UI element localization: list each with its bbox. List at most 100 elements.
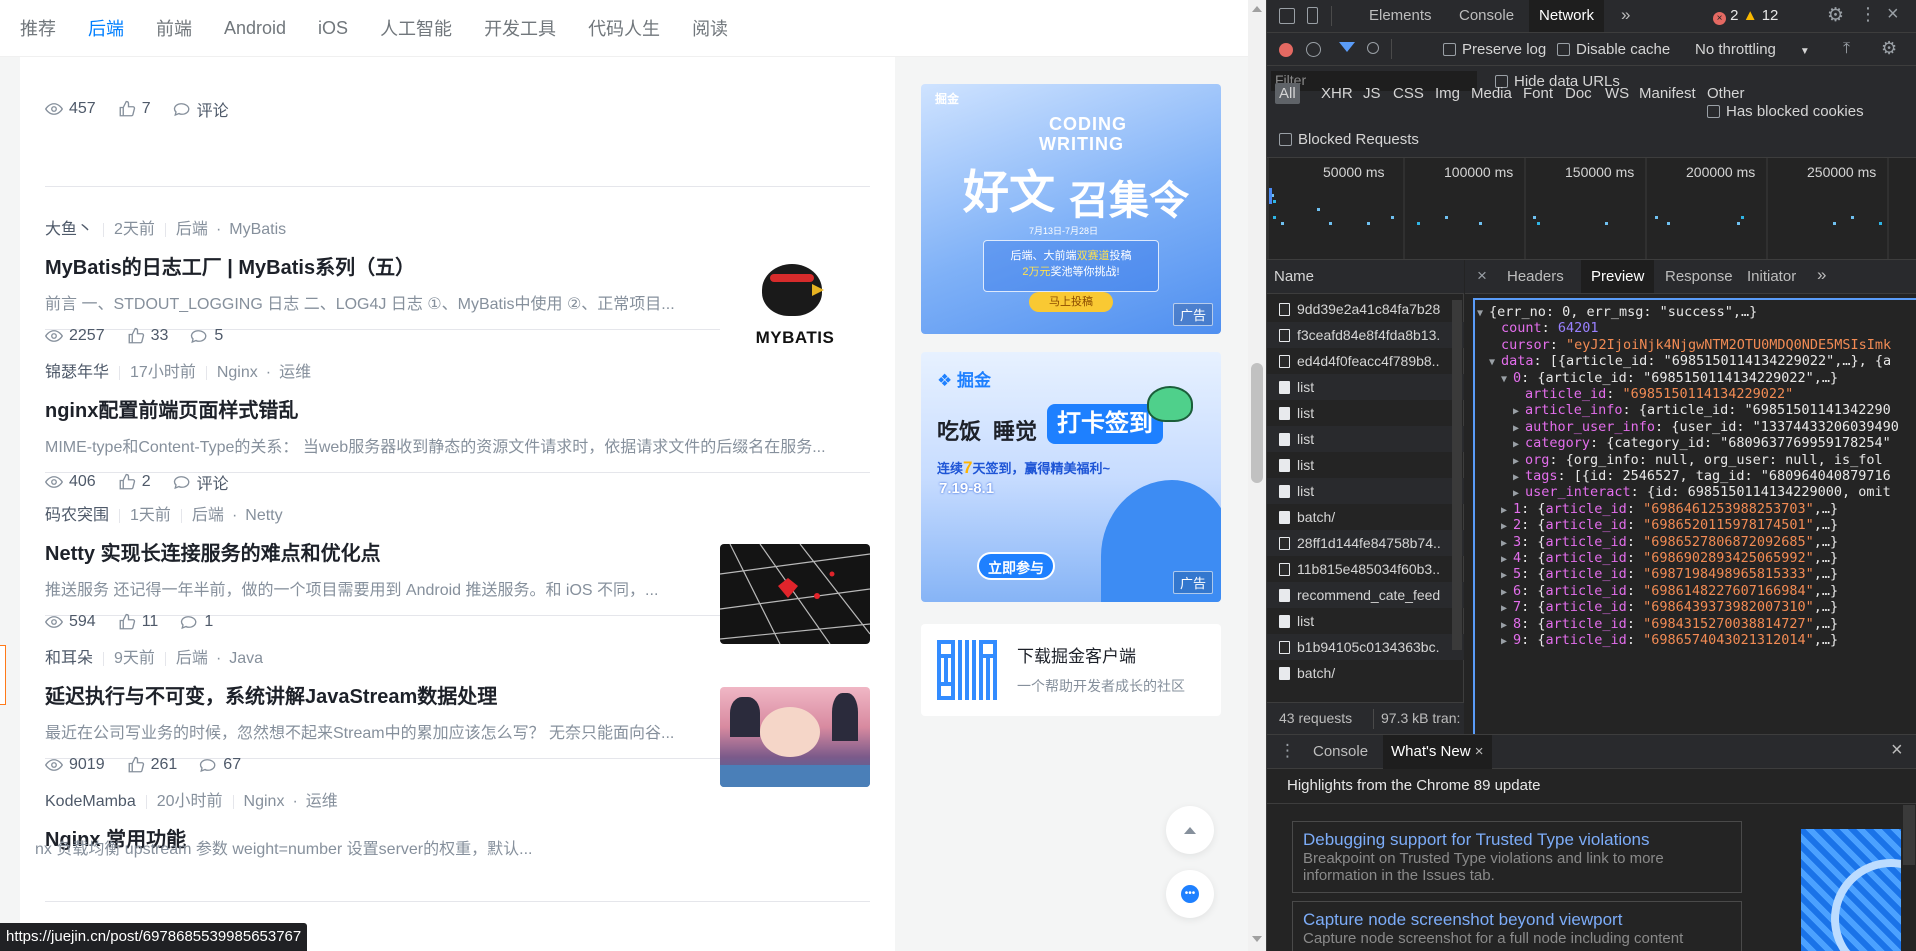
- json-line[interactable]: ▶ tags: [{id: 2546527, tag_id: "680964040…: [1513, 468, 1891, 484]
- inspect-element-icon[interactable]: [1279, 8, 1295, 24]
- article-title[interactable]: MyBatis的日志工厂 | MyBatis系列（五）: [45, 251, 415, 280]
- ad1-cta[interactable]: 马上投稿: [1029, 292, 1113, 312]
- type-filter-js[interactable]: JS: [1363, 85, 1381, 102]
- expanded-triangle-icon[interactable]: ▼: [1501, 374, 1513, 385]
- preserve-log-checkbox[interactable]: Preserve log: [1443, 41, 1546, 58]
- ad-writing-contest[interactable]: 掘金 CODING WRITING 好文 召集令 7月13日-7月28日 后端、…: [921, 84, 1221, 334]
- nav-tab-6[interactable]: 开发工具: [484, 15, 556, 41]
- detail-tab-headers[interactable]: Headers: [1507, 268, 1564, 285]
- expanded-triangle-icon[interactable]: ▼: [1489, 357, 1501, 368]
- request-row[interactable]: list: [1267, 426, 1464, 452]
- kebab-menu-icon[interactable]: ⋮: [1859, 4, 1877, 25]
- expanded-triangle-icon[interactable]: ▼: [1477, 308, 1489, 319]
- request-row[interactable]: b1b94105c0134363bc.: [1267, 634, 1464, 660]
- type-filter-font[interactable]: Font: [1523, 85, 1553, 102]
- request-row[interactable]: list: [1267, 478, 1464, 504]
- json-line[interactable]: ▶ 9: {article_id: "6986574043021312014",……: [1501, 632, 1838, 648]
- nav-tab-8[interactable]: 阅读: [692, 15, 728, 41]
- article-abstract[interactable]: nx 负载均衡 upstream 参数 weight=number 设置serv…: [35, 835, 855, 859]
- json-line[interactable]: ▶ 1: {article_id: "6986461253988253703",……: [1501, 501, 1838, 517]
- article-item[interactable]: sensitive-word-admin sensitive-word-admi…: [45, 57, 870, 187]
- nav-tab-4[interactable]: iOS: [318, 18, 348, 39]
- article-item[interactable]: 码农突围 1天前 后端 · Netty Netty 实现长连接服务的难点和优化点 推送服务 …: [45, 473, 870, 644]
- article-item[interactable]: KodeMamba 20小时前 Nginx · 运维 Nginx 常用功能 nx 负载均衡 …: [35, 759, 870, 902]
- import-har-icon[interactable]: ⤒: [1843, 40, 1850, 58]
- article-abstract[interactable]: 推送服务 还记得一年半前，做的一个项目需要用到 Android 推送服务。和 i…: [45, 576, 685, 600]
- type-filter-media[interactable]: Media: [1471, 85, 1512, 102]
- collapsed-triangle-icon[interactable]: ▶: [1501, 587, 1513, 598]
- close-devtools-icon[interactable]: ×: [1887, 3, 1899, 26]
- collapsed-triangle-icon[interactable]: ▶: [1513, 423, 1525, 434]
- collapsed-triangle-icon[interactable]: ▶: [1501, 570, 1513, 581]
- whats-new-card-1[interactable]: Debugging support for Trusted Type viola…: [1292, 821, 1742, 893]
- request-row[interactable]: list: [1267, 608, 1464, 634]
- article-tag[interactable]: 运维: [279, 364, 311, 381]
- close-tab-icon[interactable]: ×: [1475, 743, 1484, 760]
- close-drawer-icon[interactable]: ×: [1891, 739, 1903, 762]
- json-line[interactable]: ▶ 3: {article_id: "6986527806872092685",……: [1501, 534, 1838, 550]
- article-tag[interactable]: Netty: [245, 507, 282, 524]
- feedback-button[interactable]: •••: [1166, 870, 1214, 918]
- type-filter-manifest[interactable]: Manifest: [1639, 85, 1696, 102]
- comment-button[interactable]: 评论: [173, 97, 229, 121]
- article-abstract[interactable]: 最近在公司写业务的时候，忽然想不起来Stream中的累加应该怎么写？ 无奈只能面…: [45, 719, 685, 743]
- type-filter-ws[interactable]: WS: [1605, 85, 1629, 102]
- tab-console[interactable]: Console: [1459, 0, 1514, 32]
- json-line[interactable]: ▶ category: {category_id: "68096377699591…: [1513, 435, 1891, 451]
- article-item[interactable]: 锦瑟年华 17小时前 Nginx · 运维 nginx配置前端页面样式错乱 MIME-typ…: [45, 330, 870, 493]
- json-line[interactable]: ▶ article_info: {article_id: "69851501141…: [1513, 402, 1891, 418]
- scroll-up-arrow-icon[interactable]: [1252, 6, 1262, 12]
- drawer-tab-whats-new[interactable]: What's New ×: [1383, 735, 1492, 769]
- type-filter-img[interactable]: Img: [1435, 85, 1460, 102]
- hide-data-urls-checkbox[interactable]: Hide data URLs: [1495, 73, 1620, 90]
- nav-tab-7[interactable]: 代码人生: [588, 15, 660, 41]
- article-tag[interactable]: 后端: [192, 507, 224, 524]
- settings-gear-icon[interactable]: ⚙: [1827, 4, 1844, 27]
- app-download-card[interactable]: 下载掘金客户端 一个帮助开发者成长的社区: [921, 624, 1221, 716]
- article-tag[interactable]: 运维: [306, 793, 338, 810]
- nav-tab-5[interactable]: 人工智能: [380, 15, 452, 41]
- nav-tab-0[interactable]: 推荐: [20, 15, 56, 41]
- article-item[interactable]: 大鱼丶 2天前 后端 · MyBatis MyBatis的日志工厂 | MyBatis系列…: [45, 187, 870, 358]
- collapsed-triangle-icon[interactable]: ▶: [1513, 456, 1525, 467]
- detail-tab-initiator[interactable]: Initiator: [1747, 268, 1796, 285]
- type-filter-doc[interactable]: Doc: [1565, 85, 1592, 102]
- article-tag[interactable]: 后端: [176, 650, 208, 667]
- json-line[interactable]: ▼ data: [{article_id: "698515011413422902…: [1489, 353, 1891, 369]
- request-row[interactable]: f3ceafd84e8f4fda8b13.: [1267, 322, 1464, 348]
- drawer-menu-icon[interactable]: ⋮: [1279, 741, 1296, 761]
- article-author[interactable]: 大鱼丶: [45, 221, 93, 238]
- article-title[interactable]: nginx配置前端页面样式错乱: [45, 394, 298, 423]
- json-line[interactable]: ▶ user_interact: {id: 6985150114134229000…: [1513, 484, 1891, 500]
- request-row[interactable]: batch/: [1267, 660, 1464, 686]
- request-row[interactable]: recommend_cate_feed: [1267, 582, 1464, 608]
- nav-tab-1[interactable]: 后端: [88, 15, 124, 41]
- type-filter-xhr[interactable]: XHR: [1321, 85, 1353, 102]
- collapsed-triangle-icon[interactable]: ▶: [1501, 603, 1513, 614]
- article-author[interactable]: 和耳朵: [45, 650, 93, 667]
- json-line[interactable]: ▶ org: {org_info: null, org_user: null, i…: [1513, 452, 1883, 468]
- article-author[interactable]: KodeMamba: [45, 793, 136, 810]
- nav-tab-3[interactable]: Android: [224, 18, 286, 39]
- type-filter-all[interactable]: All: [1275, 83, 1300, 104]
- page-scrollbar[interactable]: [1248, 0, 1266, 951]
- ad2-cta[interactable]: 立即参与: [977, 552, 1055, 580]
- scroll-down-arrow-icon[interactable]: [1252, 936, 1262, 942]
- article-abstract[interactable]: MIME-type和Content-Type的关系： 当web服务器收到静态的资…: [45, 433, 865, 457]
- article-title[interactable]: 延迟执行与不可变，系统讲解JavaStream数据处理: [45, 680, 497, 709]
- request-row[interactable]: 11b815e485034f60b3..: [1267, 556, 1464, 582]
- request-list-scrollbar[interactable]: [1452, 300, 1462, 650]
- article-item[interactable]: 和耳朵 9天前 后端 · Java 延迟执行与不可变，系统讲解JavaStream数据处理…: [45, 616, 870, 787]
- request-row[interactable]: list: [1267, 452, 1464, 478]
- clear-icon[interactable]: [1306, 42, 1321, 57]
- collapsed-triangle-icon[interactable]: ▶: [1513, 488, 1525, 499]
- article-author[interactable]: 锦瑟年华: [45, 364, 109, 381]
- json-line[interactable]: article_id: "6985150114134229022": [1513, 386, 1793, 402]
- collapsed-triangle-icon[interactable]: ▶: [1501, 505, 1513, 516]
- article-tag[interactable]: Java: [229, 650, 263, 667]
- json-line[interactable]: ▼ {err_no: 0, err_msg: "success",…}: [1477, 304, 1757, 320]
- tab-network[interactable]: Network: [1529, 0, 1605, 32]
- more-detail-tabs-icon[interactable]: »: [1817, 265, 1826, 285]
- json-line[interactable]: ▶ 5: {article_id: "6987198498965815333",……: [1501, 566, 1838, 582]
- request-row[interactable]: list: [1267, 400, 1464, 426]
